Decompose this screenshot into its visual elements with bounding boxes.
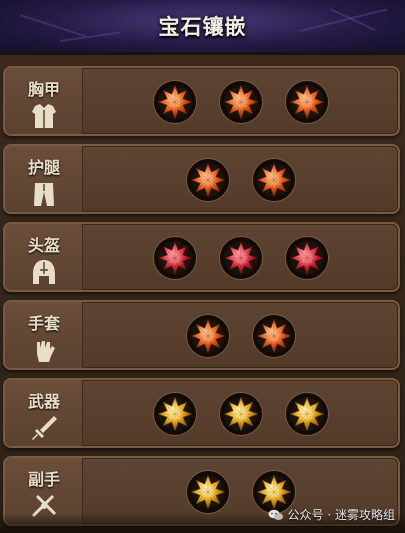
- orange-gem-socket[interactable]: [186, 315, 229, 357]
- red-gem-icon: [223, 240, 258, 276]
- gold-gem-socket[interactable]: [153, 393, 196, 435]
- slot-label: 护腿: [27, 158, 60, 177]
- red-gem-socket[interactable]: [219, 237, 262, 279]
- orange-gem-icon: [256, 162, 291, 198]
- slot-label-column: 胸甲: [5, 68, 83, 134]
- helmet-icon: [33, 260, 55, 284]
- glove-icon: [37, 341, 55, 362]
- page-title: 宝石镶嵌: [158, 15, 247, 39]
- slot-label-column: 头盔: [5, 224, 83, 290]
- orange-gem-socket[interactable]: [285, 81, 328, 123]
- orange-gem-socket[interactable]: [252, 159, 295, 201]
- gold-gem-icon: [289, 396, 324, 432]
- gem-socket-group: [83, 380, 398, 446]
- orange-gem-socket[interactable]: [219, 81, 262, 123]
- orange-gem-socket[interactable]: [252, 315, 295, 357]
- wechat-icon: [268, 509, 283, 520]
- gold-gem-icon: [190, 474, 225, 510]
- gold-gem-socket[interactable]: [285, 393, 328, 435]
- gem-socket-group: [83, 224, 398, 290]
- slot-label-column: 手套: [5, 302, 83, 368]
- red-gem-socket[interactable]: [285, 237, 328, 279]
- slot-label: 副手: [27, 470, 60, 489]
- gold-gem-icon: [256, 474, 291, 510]
- red-gem-socket[interactable]: [153, 237, 196, 279]
- slot-label: 头盔: [27, 236, 60, 255]
- gem-slot-row[interactable]: 头盔: [3, 222, 400, 292]
- gem-slot-panel: 胸甲护腿头盔手套武器副手: [0, 55, 405, 533]
- slot-label: 胸甲: [27, 80, 60, 99]
- watermark: 公众号 · 迷雾攻略组: [268, 506, 395, 523]
- orange-gem-icon: [256, 318, 291, 354]
- gem-socket-group: [83, 302, 398, 368]
- weapon-icon: [32, 416, 57, 440]
- gold-gem-socket[interactable]: [219, 393, 262, 435]
- gold-gem-socket[interactable]: [186, 471, 229, 513]
- red-gem-icon: [289, 240, 324, 276]
- orange-gem-icon: [190, 318, 225, 354]
- slot-label-column: 武器: [5, 380, 83, 446]
- gem-slot-row[interactable]: 护腿: [3, 144, 400, 214]
- slot-label: 手套: [27, 314, 60, 333]
- orange-gem-icon: [157, 84, 192, 120]
- orange-gem-socket[interactable]: [186, 159, 229, 201]
- title-bar: 宝石镶嵌: [0, 0, 405, 55]
- chest-armor-icon: [32, 104, 56, 128]
- gold-gem-icon: [223, 396, 258, 432]
- orange-gem-socket[interactable]: [153, 81, 196, 123]
- gem-slot-row[interactable]: 手套: [3, 300, 400, 370]
- orange-gem-icon: [223, 84, 258, 120]
- red-gem-icon: [157, 240, 192, 276]
- watermark-text: 公众号 · 迷雾攻略组: [287, 508, 395, 522]
- slot-label-column: 护腿: [5, 146, 83, 212]
- orange-gem-icon: [289, 84, 324, 120]
- gem-slot-row[interactable]: 胸甲: [3, 66, 400, 136]
- orange-gem-icon: [190, 162, 225, 198]
- leg-armor-icon: [34, 183, 54, 206]
- gold-gem-icon: [157, 396, 192, 432]
- gem-socket-group: [83, 146, 398, 212]
- slot-label: 武器: [27, 392, 60, 411]
- gem-socket-group: [83, 68, 398, 134]
- gem-slot-row[interactable]: 武器: [3, 378, 400, 448]
